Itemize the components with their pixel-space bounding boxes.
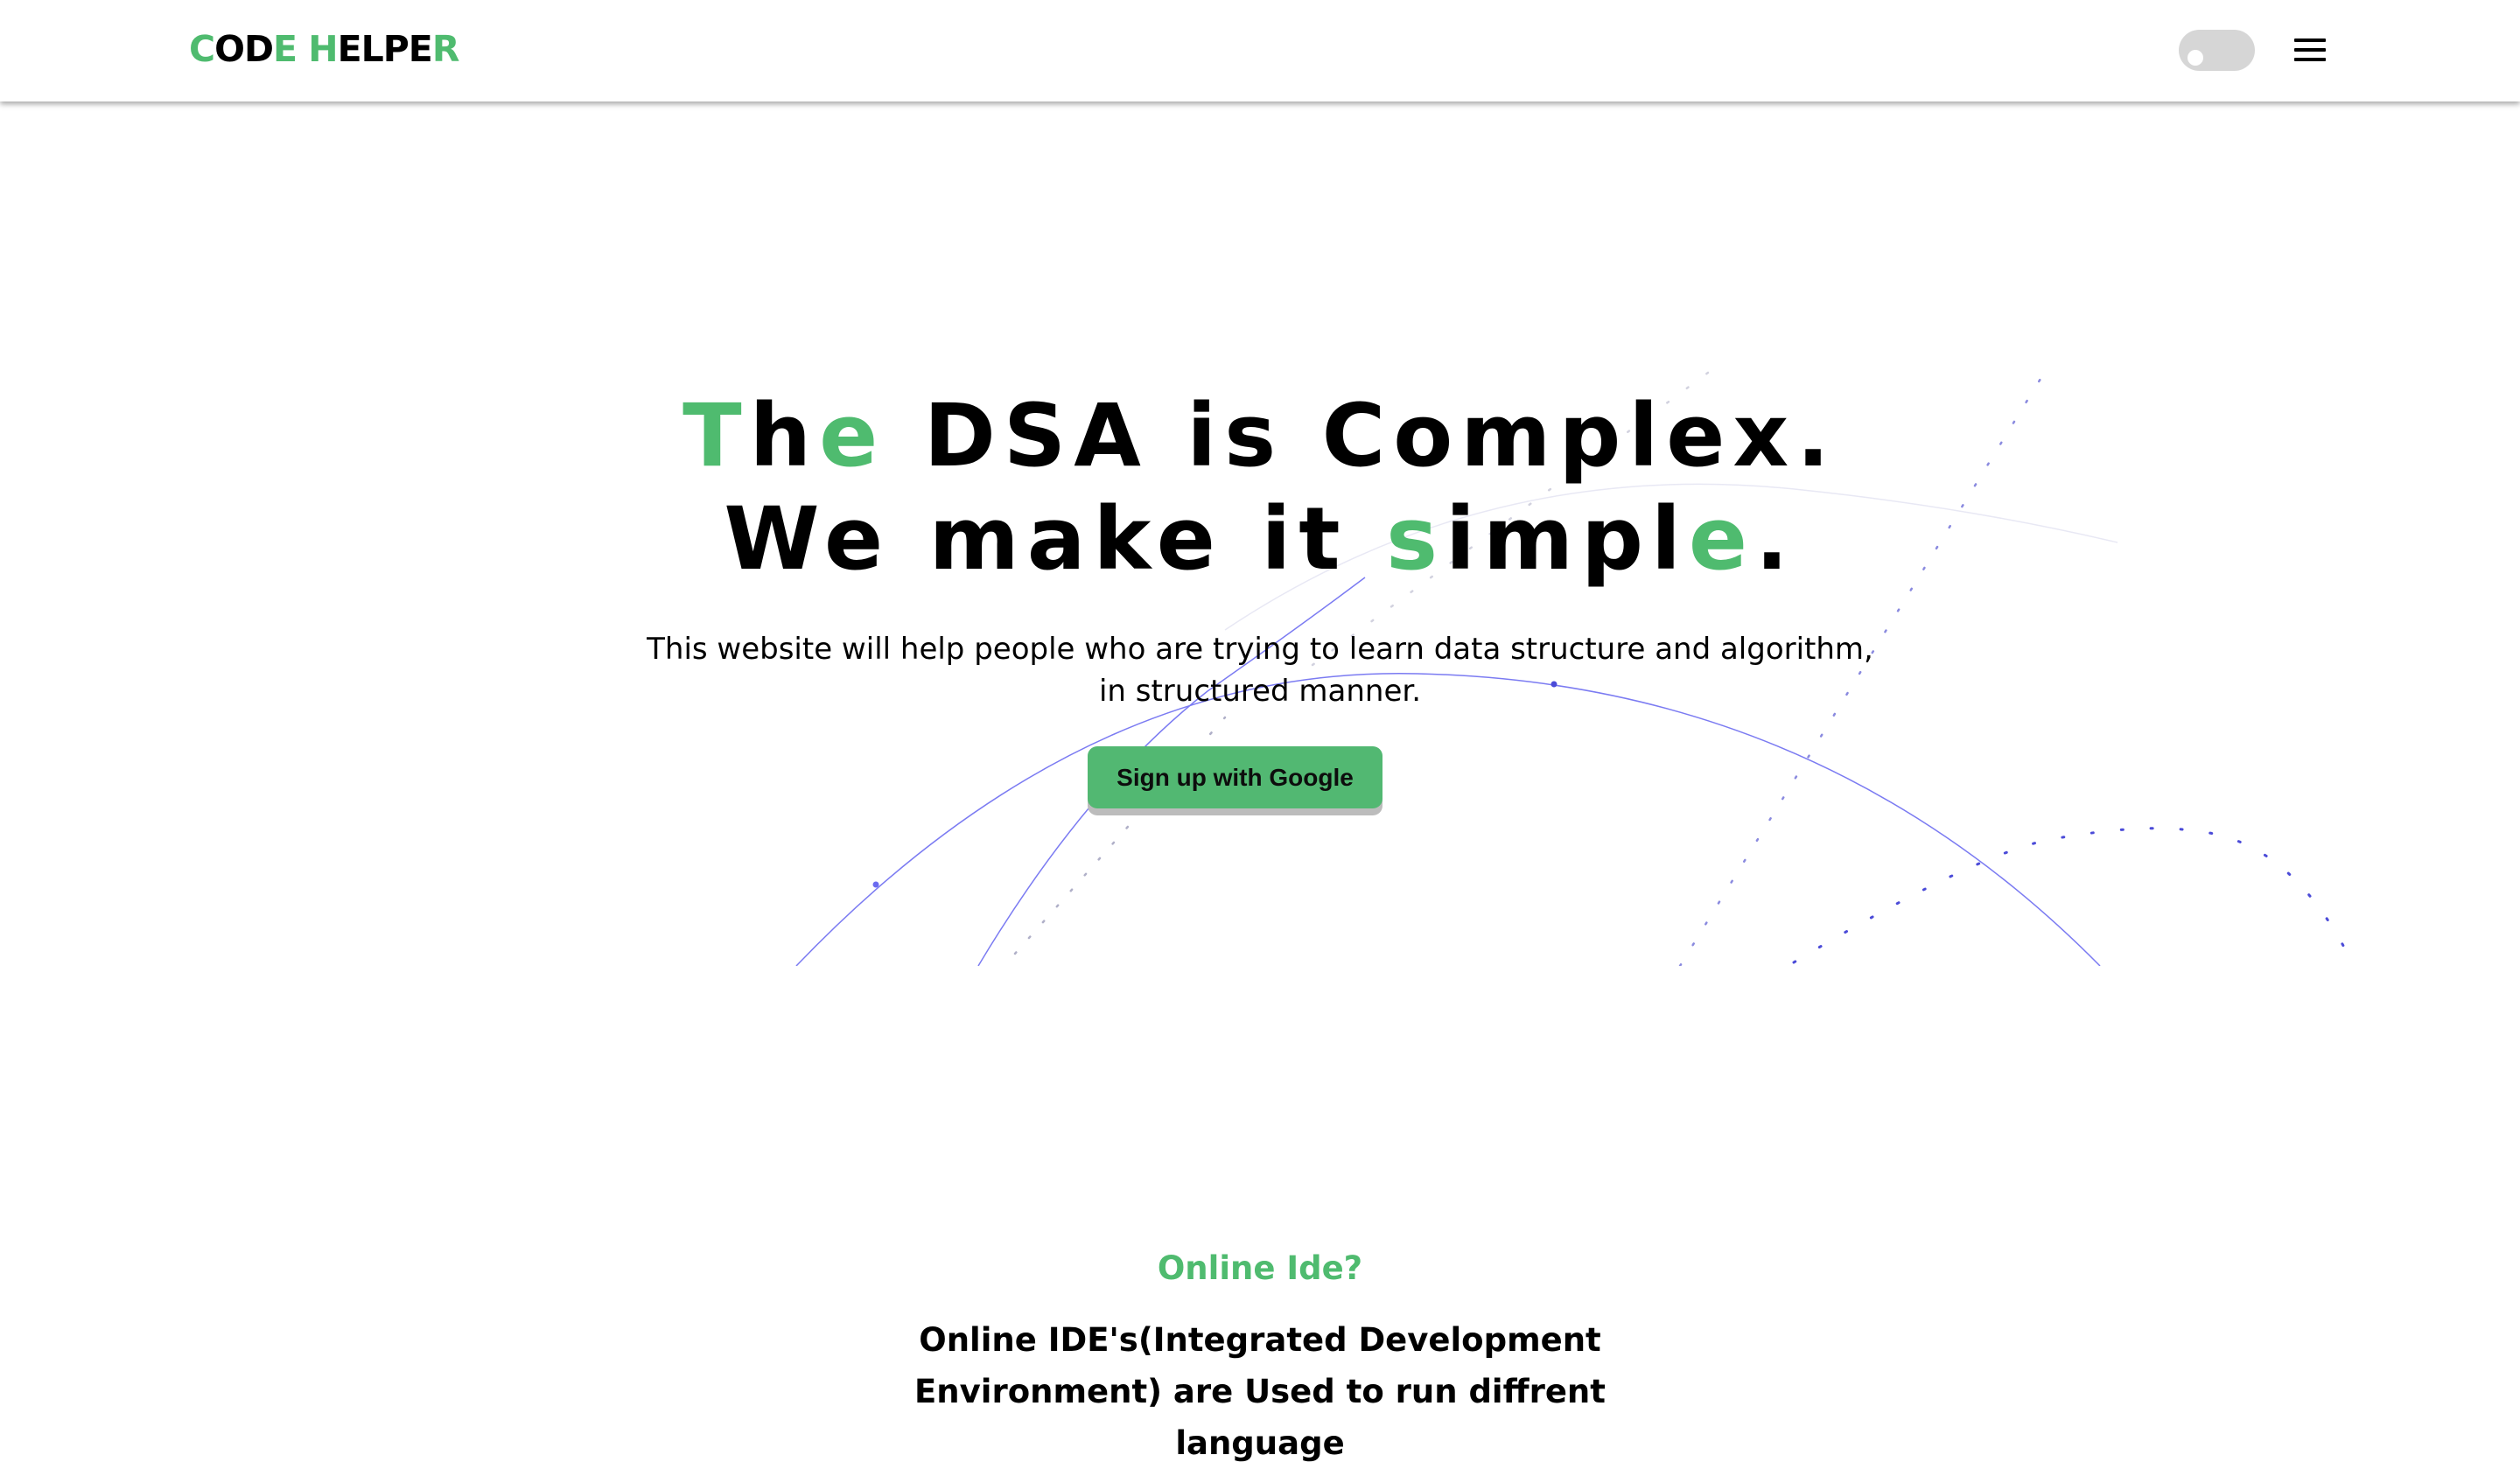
- toggle-knob: [2188, 50, 2203, 66]
- logo-segment: E: [272, 28, 298, 70]
- theme-toggle[interactable]: [2179, 30, 2255, 71]
- title-text: .: [1755, 489, 1796, 590]
- title-accent-letter: e: [1688, 489, 1756, 590]
- top-navbar: CODE HELPER: [0, 0, 2520, 101]
- title-text: We make it: [724, 489, 1387, 590]
- menu-bar: [2294, 38, 2326, 42]
- logo-segment: OD: [214, 28, 274, 70]
- logo-segment: H: [308, 28, 338, 70]
- site-logo[interactable]: CODE HELPER: [189, 26, 460, 72]
- hero-description-line-1: This website will help people who are tr…: [647, 632, 1873, 667]
- title-text: DSA is Complex.: [886, 386, 1838, 486]
- title-accent-letter: s: [1386, 489, 1446, 590]
- logo-segment: C: [189, 28, 215, 70]
- section-label: Online Ide?: [1157, 1249, 1363, 1287]
- sign-up-with-google-button[interactable]: Sign up with Google: [1088, 746, 1382, 808]
- logo-segment: R: [431, 28, 460, 70]
- title-accent-letter: T: [682, 386, 750, 486]
- section-description: Online IDE's(Integrated Development Envi…: [914, 1321, 1606, 1462]
- hamburger-menu-icon[interactable]: [2292, 35, 2328, 65]
- hero-title-line-1: The DSA is Complex.: [0, 385, 2520, 488]
- title-accent-letter: e: [819, 386, 886, 486]
- menu-bar: [2294, 58, 2326, 61]
- title-text: h: [749, 386, 820, 486]
- hero-description: This website will help people who are tr…: [0, 628, 2520, 712]
- title-text: impl: [1446, 489, 1689, 590]
- logo-segment: ELPE: [337, 28, 433, 70]
- hero-description-line-2: in structured manner.: [1098, 674, 1422, 709]
- hero-title: The DSA is Complex. We make it simple.: [0, 385, 2520, 591]
- hero-title-line-2: We make it simple.: [0, 488, 2520, 591]
- menu-bar: [2294, 48, 2326, 52]
- logo-segment: [297, 28, 308, 70]
